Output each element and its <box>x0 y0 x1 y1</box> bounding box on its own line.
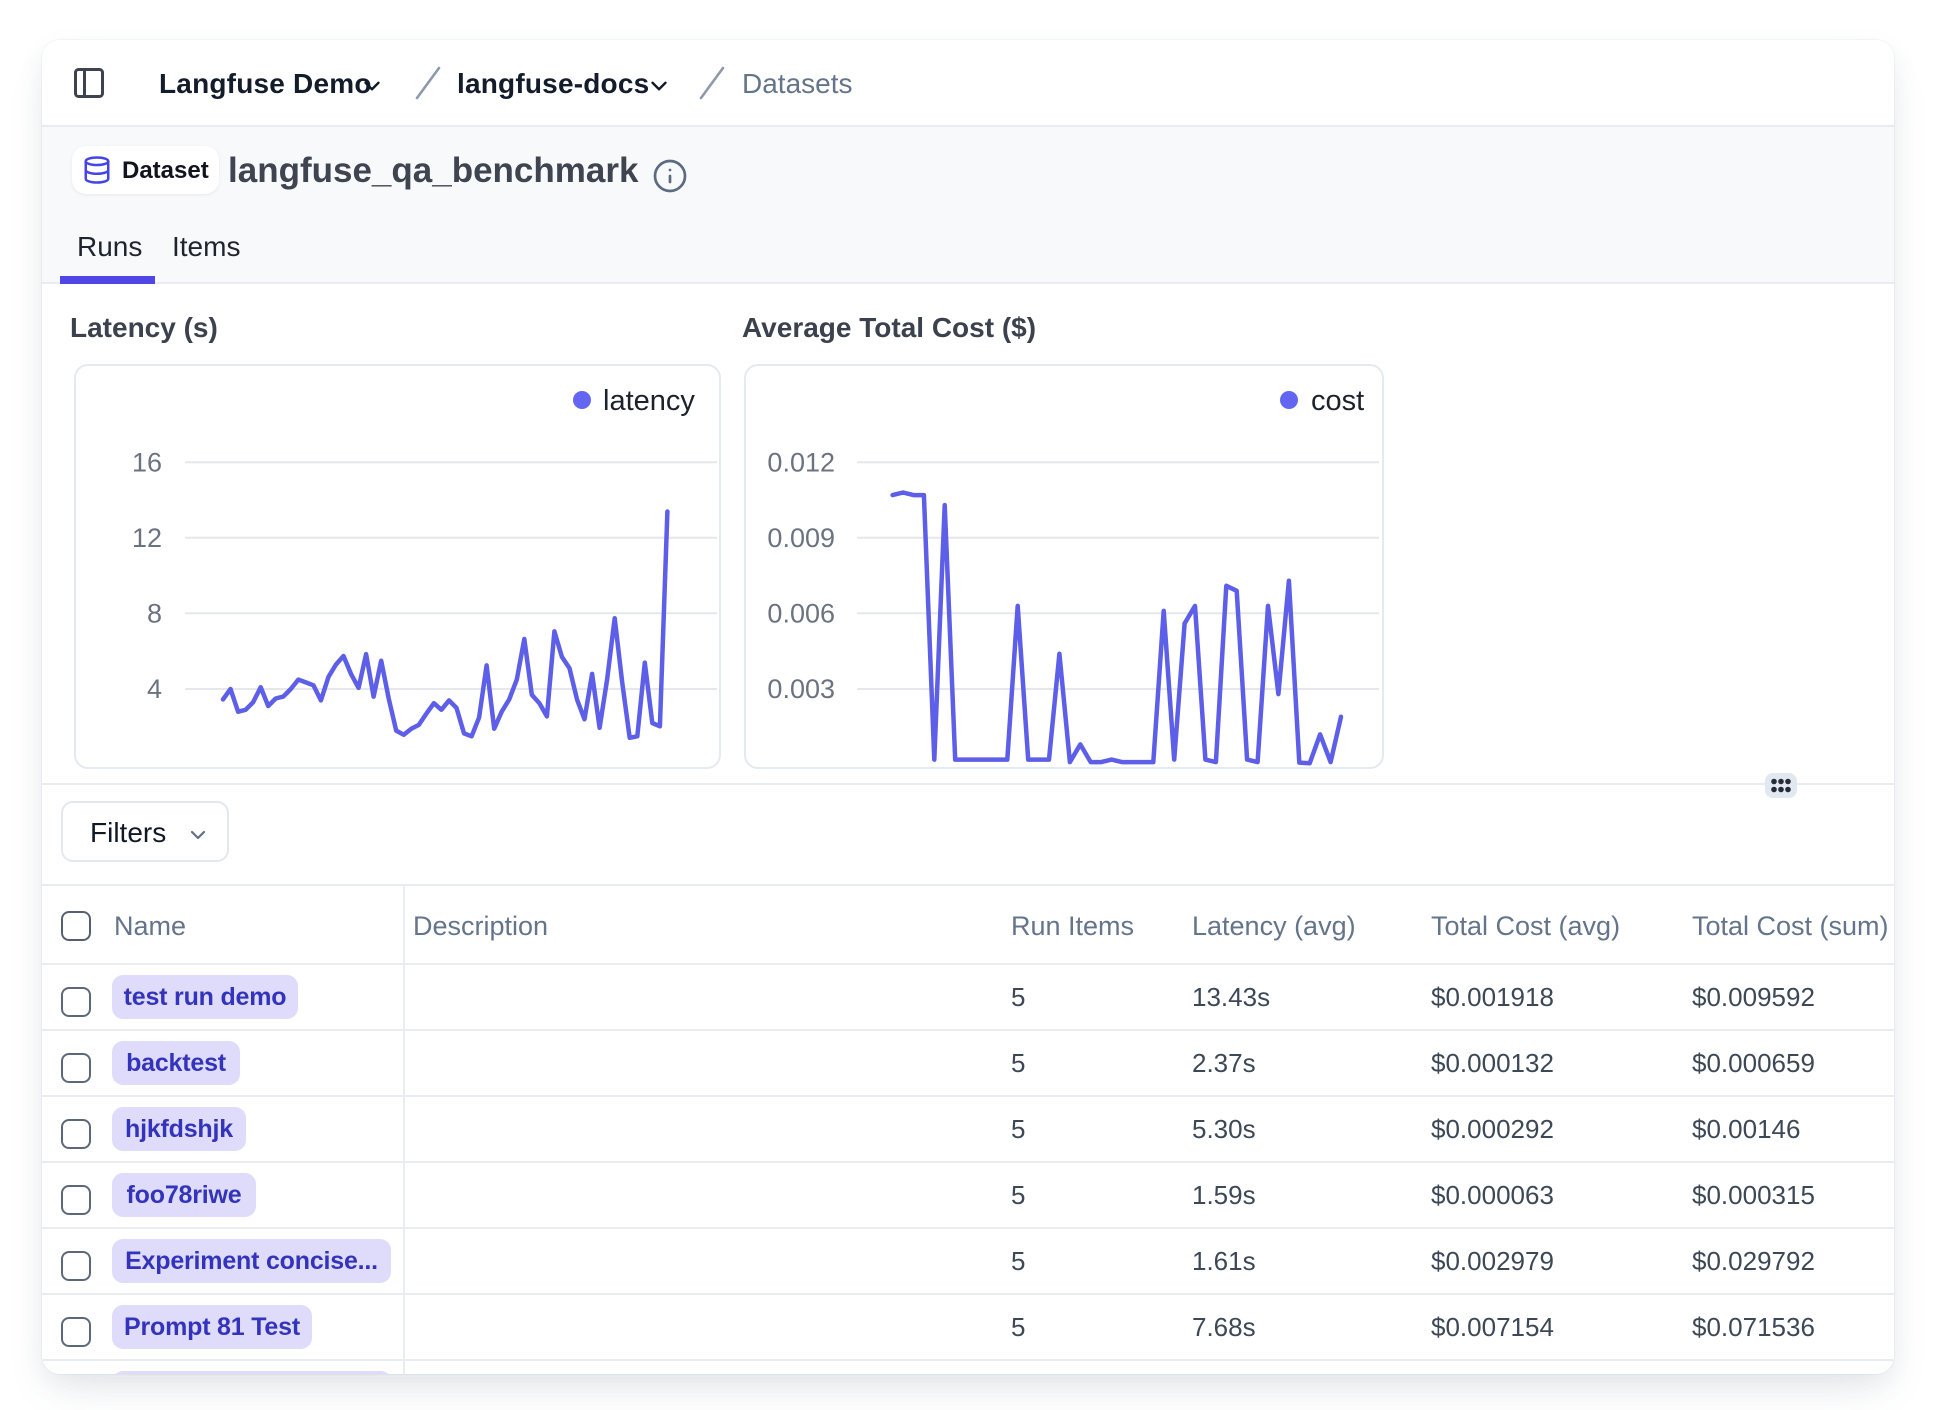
svg-text:0.009: 0.009 <box>767 523 835 553</box>
svg-text:12: 12 <box>132 523 162 553</box>
svg-text:latency: latency <box>603 385 695 417</box>
svg-text:cost: cost <box>1311 385 1364 417</box>
svg-text:0.012: 0.012 <box>767 448 835 478</box>
svg-text:0.006: 0.006 <box>767 599 835 629</box>
svg-text:8: 8 <box>147 599 162 629</box>
svg-text:16: 16 <box>132 448 162 478</box>
svg-text:4: 4 <box>147 674 162 704</box>
svg-text:0.003: 0.003 <box>767 674 835 704</box>
